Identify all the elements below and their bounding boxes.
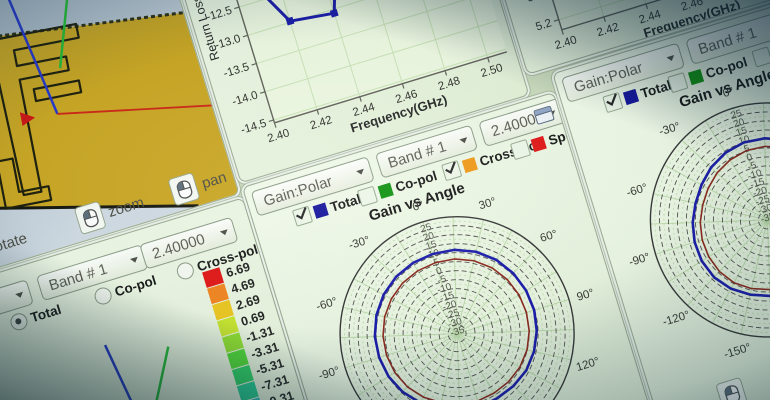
chevron-down-icon	[15, 291, 25, 299]
svg-text:2.48: 2.48	[437, 75, 462, 93]
series-color-swatch	[622, 88, 640, 106]
svg-text:30°: 30°	[477, 196, 497, 213]
checkbox-box[interactable]	[602, 91, 624, 114]
svg-text:-90°: -90°	[317, 365, 341, 383]
pan-button-label: pan	[199, 168, 229, 192]
series-color-swatch	[312, 202, 329, 219]
rotate-button-label: rotate	[0, 229, 29, 257]
radio-circle	[8, 311, 30, 333]
chevron-down-icon	[459, 137, 469, 145]
radio-circle	[92, 285, 114, 307]
svg-text:120°: 120°	[575, 356, 601, 374]
checkbox-box[interactable]	[356, 185, 379, 207]
svg-text:90°: 90°	[575, 287, 595, 304]
svg-text:60°: 60°	[539, 228, 559, 245]
radio-total-label: Total	[28, 301, 63, 326]
svg-text:2.50: 2.50	[479, 62, 504, 80]
y-axis-line	[150, 346, 170, 400]
svg-text:5.4: 5.4	[526, 0, 545, 5]
checkbox-box[interactable]	[509, 138, 532, 161]
chevron-down-icon	[219, 229, 229, 237]
z-axis-line	[103, 344, 146, 400]
chevron-down-icon	[666, 55, 676, 63]
svg-text:5.2: 5.2	[534, 17, 553, 33]
svg-text:-30°: -30°	[658, 121, 682, 139]
checkbox-box[interactable]	[291, 205, 314, 227]
svg-text:-30°: -30°	[347, 234, 371, 252]
svg-text:2.40: 2.40	[553, 34, 578, 52]
series-color-swatch	[377, 182, 394, 199]
svg-text:2.40: 2.40	[266, 127, 291, 145]
svg-text:-60°: -60°	[625, 182, 649, 200]
series-color-swatch	[687, 68, 705, 86]
svg-text:-13.5: -13.5	[222, 61, 251, 80]
svg-text:-150°: -150°	[723, 342, 753, 362]
svg-text:-14.0: -14.0	[231, 89, 260, 108]
svg-text:-60°: -60°	[315, 296, 339, 314]
series-color-swatch	[530, 135, 547, 153]
chevron-down-icon	[356, 168, 366, 176]
band-select-value: Band # 1	[696, 23, 759, 58]
band-select-value: Band # 1	[385, 137, 449, 172]
svg-text:-120°: -120°	[661, 309, 691, 329]
app-window: rotate zoom pan 2.40 2.42 2.44 2.46 2.48 2.50 -1…	[0, 0, 770, 400]
checkbox-box[interactable]	[751, 46, 770, 68]
series-color-swatch	[461, 156, 478, 174]
app-viewport: rotate zoom pan 2.40 2.42 2.44 2.46 2.48 2.50 -1…	[0, 0, 770, 400]
svg-text:-14.5: -14.5	[239, 118, 268, 137]
radio-circle	[174, 260, 196, 282]
checkbox-box[interactable]	[667, 72, 689, 94]
zoom-button-label: zoom	[105, 193, 146, 221]
svg-text:2.42: 2.42	[309, 114, 334, 132]
checkbox-box[interactable]	[441, 160, 463, 182]
chevron-down-icon	[129, 256, 140, 264]
svg-text:-90°: -90°	[628, 251, 652, 269]
svg-text:2.42: 2.42	[596, 21, 621, 39]
